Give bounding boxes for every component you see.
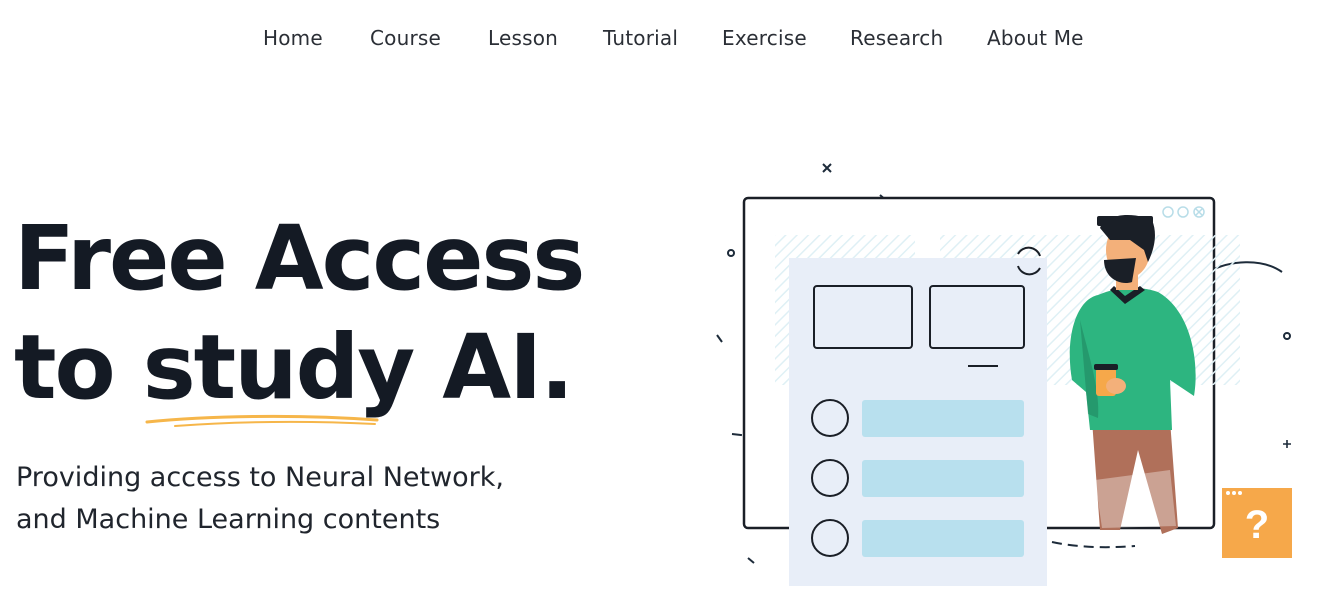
landing-page: Home Course Lesson Tutorial Exercise Res… [0,0,1341,606]
nav-exercise-link[interactable]: Exercise [722,24,807,52]
nav-lesson-link[interactable]: Lesson [488,24,558,52]
nav-research-link[interactable]: Research [850,24,943,52]
nav-course-link[interactable]: Course [370,24,441,52]
nav-about-me-link[interactable]: About Me [987,24,1084,52]
highlight-underline-decoration [145,414,379,427]
top-navigation: Home Course Lesson Tutorial Exercise Res… [0,0,1341,78]
help-badge-dots [1226,491,1242,495]
hero-subtitle-line-1: Providing access to Neural Network, [16,462,505,493]
hero-subtitle: Providing access to Neural Network, and … [16,457,504,541]
nav-home-link[interactable]: Home [263,24,323,52]
hero-title-line-2: to study AI. [14,313,583,427]
hero-title: Free Access to study AI. [14,204,585,427]
hero-title-suffix: AI. [413,315,574,419]
teacher-whiteboard-illustration: ? [716,163,1292,586]
hero-subtitle-line-2: and Machine Learning contents [16,504,441,535]
help-badge-label: ? [1245,503,1269,547]
nav-tutorial-link[interactable]: Tutorial [603,24,678,52]
hero-title-highlight-text: study [142,315,416,419]
hero-title-prefix: to [14,315,143,419]
hero-title-line-1: Free Access [14,206,585,310]
hero-title-highlight: study [142,313,416,427]
hero-illustration: ? [700,150,1320,600]
